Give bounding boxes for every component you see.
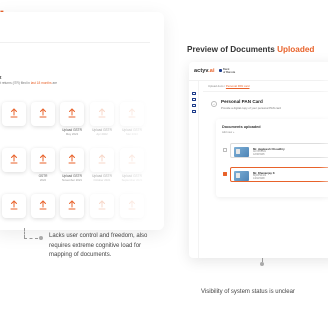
upload-tile[interactable] [120,102,144,126]
upload-tile[interactable] [90,194,114,218]
upload-tile-label: Upload GSTR May 2022 [57,128,87,136]
callout-connector-h [24,238,38,239]
upload-arrow-icon [68,108,76,118]
upload-tile[interactable] [31,194,55,218]
upload-arrow-icon [98,108,106,118]
document-row[interactable]: Mr. Jagdeesh Choudhry ACVPK5631 12/08/1995 [223,143,328,158]
upload-arrow-icon [10,108,18,118]
upload-arrow-icon [128,154,136,164]
upload-arrow-icon [39,200,47,210]
upload-tile[interactable] [120,148,144,172]
upload-arrow-icon [39,154,47,164]
page-description: Provide a digital copy of your personal … [221,106,281,110]
callout-connector [24,228,25,238]
tile-label-date: Mar 2022 [126,132,138,136]
upload-tile-label: GSTR 2022 [28,174,58,182]
upload-tile-label: Upload GSTR Apr 2022 [87,128,117,136]
upload-tile[interactable] [60,148,84,172]
tile-label-date: November 2021 [62,178,82,182]
section-description: t returns (ITR) filed in last 18 months … [0,81,57,85]
upload-arrow-icon [10,200,18,210]
pan-card-thumbnail [234,170,249,181]
description-link[interactable]: last 18 months [31,81,52,85]
documents-icon[interactable] [192,98,196,101]
document-meta: BQRPS4102 14/02/1998 [253,175,266,181]
document-row[interactable]: Mr. Dhananjay K BQRPS4102 14/02/1998 [223,167,328,182]
pan-card-thumbnail [234,146,249,157]
fade-overlay [319,62,328,258]
document-checkbox[interactable] [223,172,227,176]
document-checkbox[interactable] [223,148,227,152]
breadcrumb-root[interactable]: Upload docs [208,84,224,88]
right-caption: Visibility of system status is unclear [201,289,295,295]
upload-tile[interactable] [90,148,114,172]
title-text: Preview of Documents [187,45,275,54]
description-text: t returns (ITR) filed in [0,81,30,85]
upload-tile[interactable] [120,194,144,218]
tile-label-date: Apr 2022 [96,132,108,136]
document-meta: ACVPK5631 12/08/1995 [253,151,266,157]
upload-arrow-icon [68,154,76,164]
app-preview-frame: actyv.ai Bank of Baroda Upload docs / Pe… [189,62,328,258]
left-caption: Lacks user control and freedom, also req… [49,233,148,258]
actyv-logo[interactable]: actyv.ai [194,68,215,74]
back-button[interactable]: ‹ [211,101,217,107]
top-bar: actyv.ai Bank of Baroda [189,62,328,81]
upload-tile[interactable] [2,148,26,172]
upload-arrow-icon [10,154,18,164]
documents-card: Documents uploaded Add new + Mr. Jagdees… [216,119,328,197]
upload-tile-label: Upload GSTR September 2021 [117,174,147,182]
partner-line2: of Baroda [223,70,236,75]
logo-text: actyv [194,68,209,74]
breadcrumb-active[interactable]: Personal PAN card [226,84,250,88]
upload-tile-label: Upload GSTR Mar 2022 [117,128,147,136]
upload-tile[interactable] [90,102,114,126]
settings-icon[interactable] [192,110,196,113]
upload-tile[interactable] [31,102,55,126]
upload-grid-panel: t t returns (ITR) filed in last 18 month… [0,12,164,230]
upload-tile[interactable] [2,102,26,126]
upload-tile[interactable] [31,148,55,172]
tile-label-date: May 2022 [65,132,79,136]
upload-tile-label: Upload GSTR November 2021 [57,174,87,182]
upload-arrow-icon [39,108,47,118]
document-date: 12/08/1995 [253,153,265,156]
upload-arrow-icon [98,154,106,164]
title-highlight: Uploaded [277,45,315,54]
page-title: Personal PAN Card [221,99,263,104]
logo-suffix: .ai [208,68,215,74]
section-title: Preview of Documents Uploaded [187,45,314,54]
upload-arrow-icon [128,200,136,210]
upload-tile-label: Upload GSTR October 2021 [87,174,117,182]
partner-logo: Bank of Baroda [223,67,236,75]
callout-dot [39,236,43,240]
upload-arrow-icon [68,200,76,210]
section-subtitle: t [0,75,2,80]
upload-tile[interactable] [60,102,84,126]
upload-tile[interactable] [60,194,84,218]
documents-title: Documents uploaded [222,125,261,129]
callout-dot [260,262,264,266]
side-rail [189,81,199,258]
divider [0,42,150,43]
tile-label-date: 2022 [39,178,47,182]
bank-logo-icon [219,69,222,72]
divider [203,91,328,92]
description-suffix: are [52,81,58,85]
breadcrumb: Upload docs / Personal PAN card [208,84,249,88]
upload-arrow-icon [128,108,136,118]
list-icon[interactable] [192,104,196,107]
document-date: 14/02/1998 [253,177,265,180]
tile-label-date: September 2021 [121,178,143,182]
upload-tile[interactable] [2,194,26,218]
upload-arrow-icon [98,200,106,210]
home-icon[interactable] [192,92,196,95]
tile-label-date: October 2021 [93,178,111,182]
add-new-link[interactable]: Add new + [222,131,234,134]
